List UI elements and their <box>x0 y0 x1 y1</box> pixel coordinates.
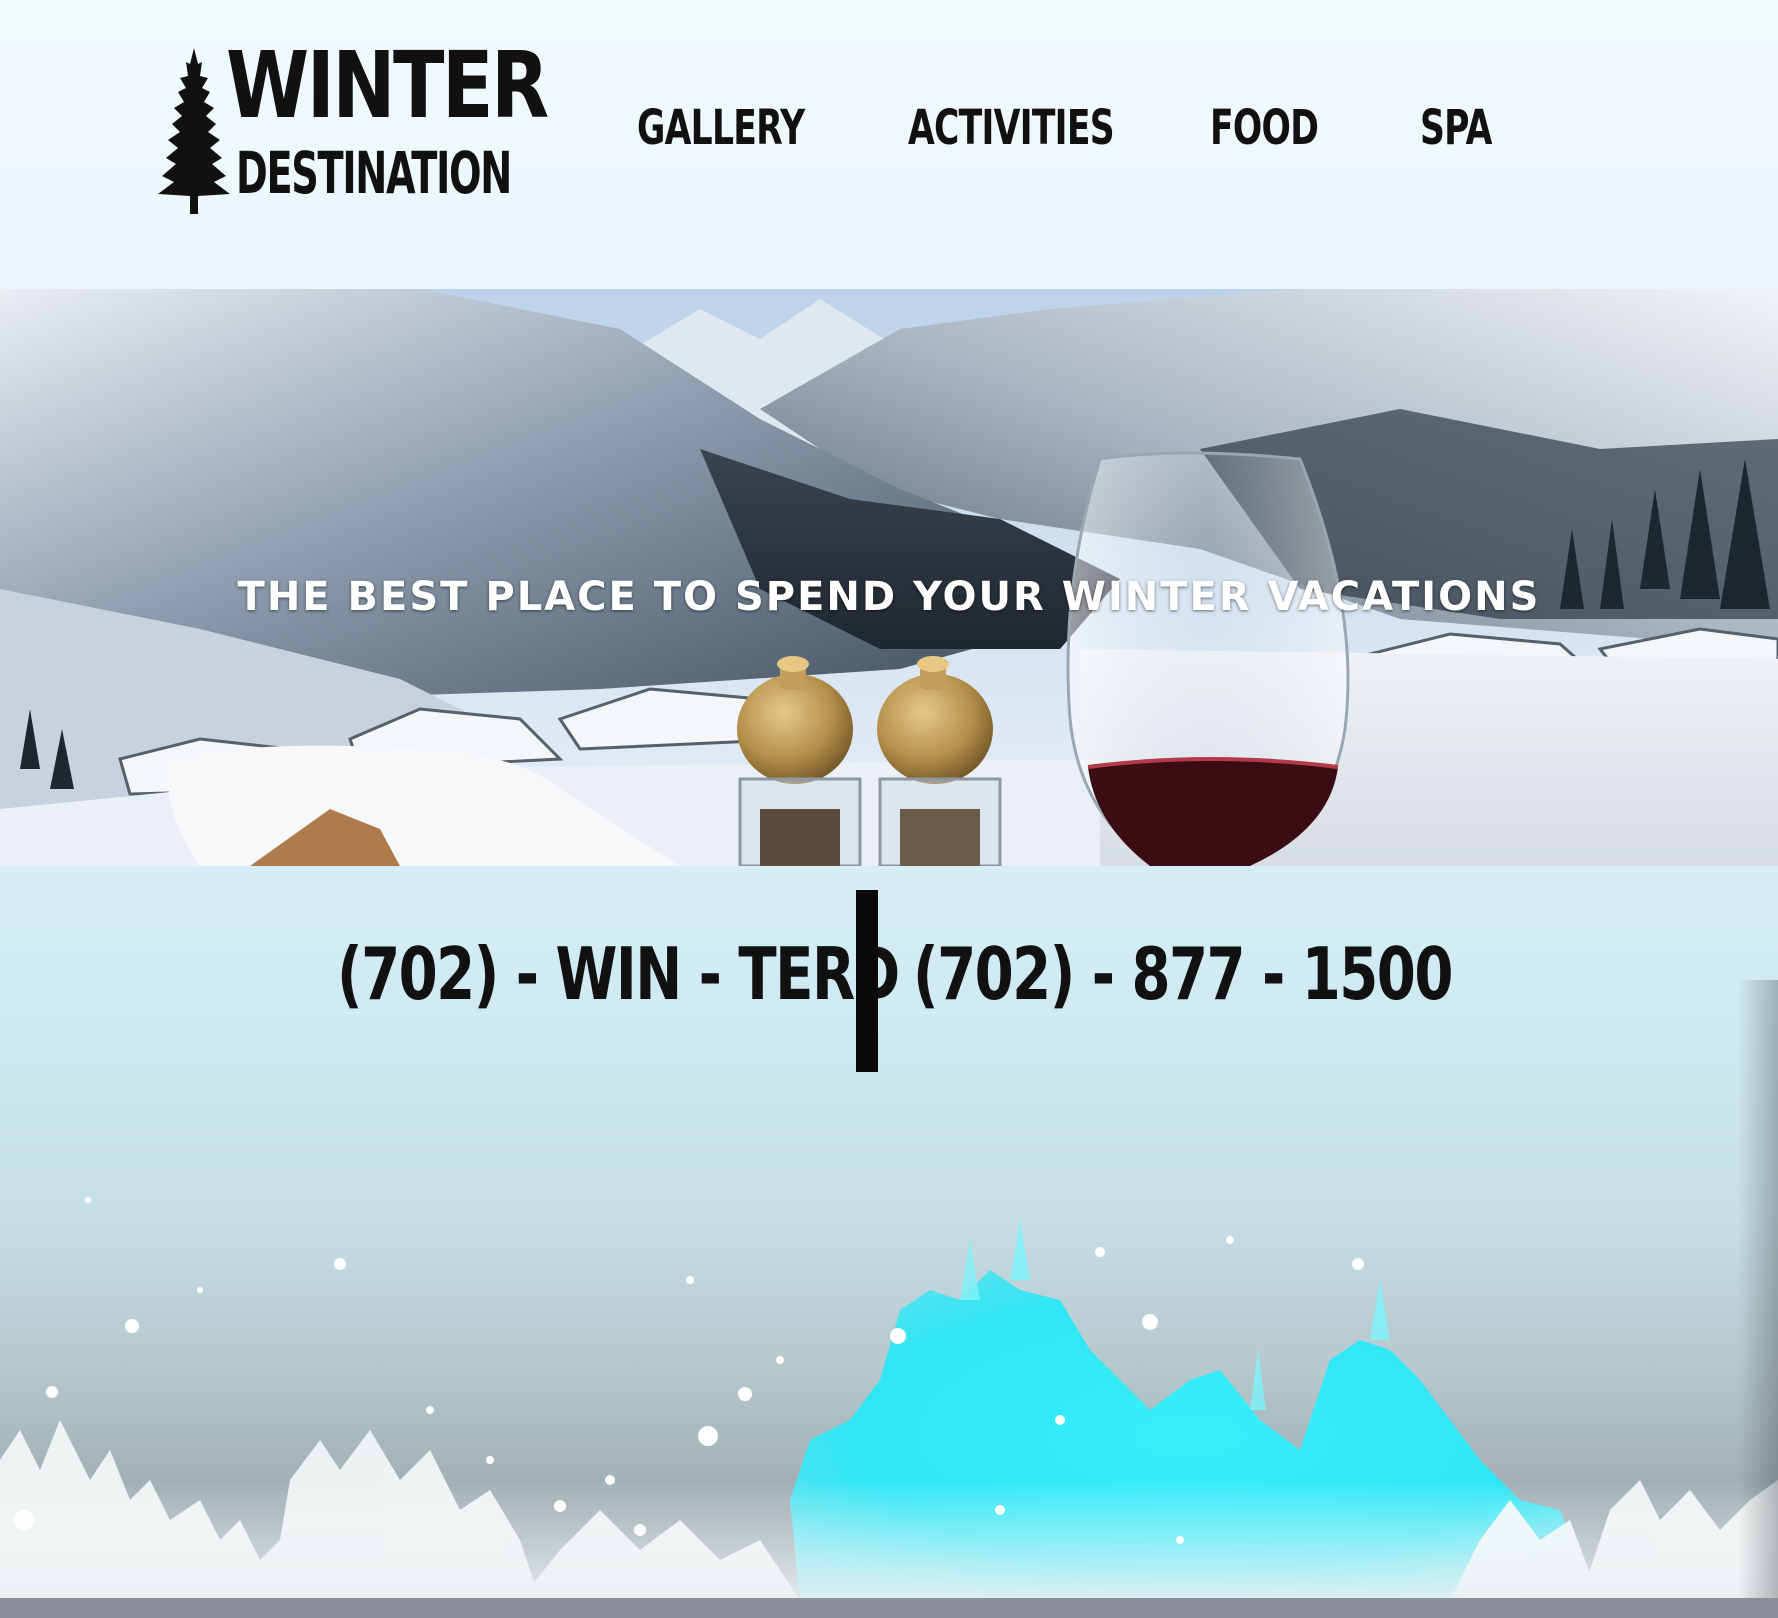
phone-divider <box>856 890 878 1072</box>
phone-numeric[interactable]: (702) - 877 - 1500 <box>913 938 1453 1010</box>
hero-banner: THE BEST PLACE TO SPEND YOUR WINTER VACA… <box>0 289 1778 866</box>
nav-activities[interactable]: ACTIVITIES <box>908 104 1115 152</box>
snowy-forest-illustration <box>0 1197 1778 1600</box>
site-header: WINTER DESTINATION GALLERY ACTIVITIES FO… <box>0 0 1778 289</box>
hero-tagline: THE BEST PLACE TO SPEND YOUR WINTER VACA… <box>237 574 1541 620</box>
contact-bar: (702) - WIN - TERD (702) - 877 - 1500 <box>0 890 1778 1075</box>
side-shadow <box>1738 980 1778 1600</box>
phone-vanity[interactable]: (702) - WIN - TERD <box>337 938 900 1010</box>
nav-spa[interactable]: SPA <box>1420 104 1492 152</box>
footer-bar <box>0 1598 1778 1618</box>
nav-gallery[interactable]: GALLERY <box>637 104 805 152</box>
nav-food[interactable]: FOOD <box>1210 104 1319 152</box>
main-nav: GALLERY ACTIVITIES FOOD SPA <box>0 104 1778 164</box>
